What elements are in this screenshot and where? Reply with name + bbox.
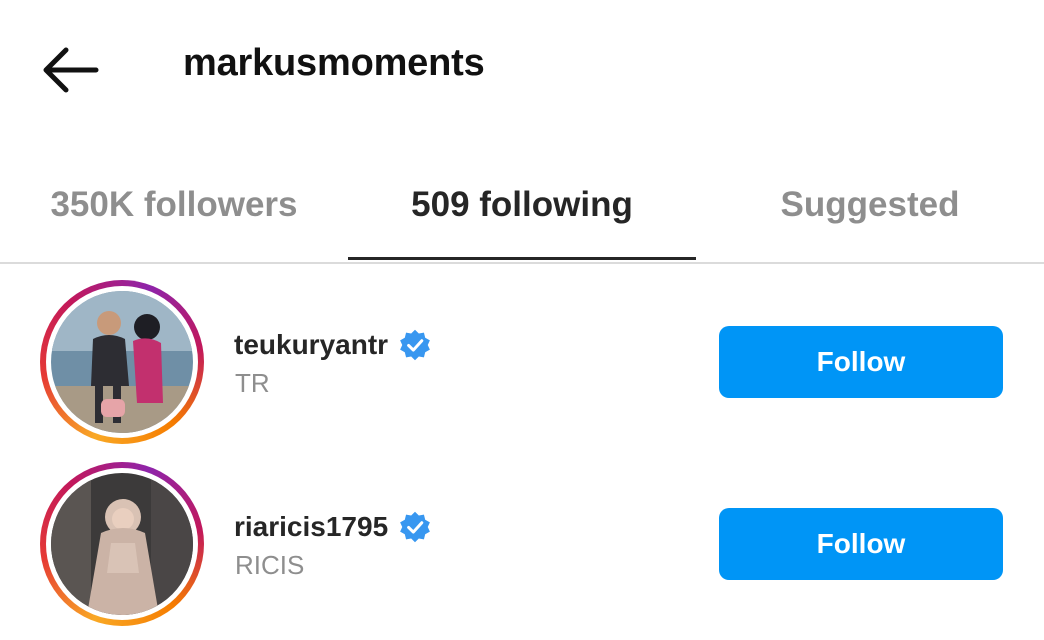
full-name: TR [235, 368, 270, 398]
page-title: markusmoments [183, 42, 485, 84]
tab-followers[interactable]: 350K followers [0, 150, 348, 260]
back-button[interactable] [36, 40, 106, 100]
avatar [51, 473, 193, 615]
top-bar: markusmoments [0, 0, 1044, 140]
username[interactable]: riaricis1795 [234, 511, 388, 543]
full-name: RICIS [235, 550, 305, 580]
active-tab-indicator [348, 257, 696, 260]
story-ring[interactable] [40, 462, 204, 626]
verified-badge-icon [400, 329, 430, 361]
tab-suggested[interactable]: Suggested [696, 150, 1044, 260]
story-ring[interactable] [40, 280, 204, 444]
follow-button[interactable]: Follow [719, 508, 1003, 580]
arrow-left-icon [43, 47, 99, 93]
username[interactable]: teukuryantr [234, 329, 388, 361]
avatar [51, 291, 193, 433]
avatar-photo [51, 291, 193, 433]
tab-bar: 350K followers 509 following Suggested [0, 150, 1044, 264]
list-item: riaricis1795 RICIS Follow [0, 454, 1044, 636]
verified-badge-icon [400, 511, 431, 543]
list-item: teukuryantr TR Follow [0, 272, 1044, 454]
avatar-photo [51, 473, 193, 615]
follow-button[interactable]: Follow [719, 326, 1003, 398]
tab-following[interactable]: 509 following [348, 150, 696, 260]
